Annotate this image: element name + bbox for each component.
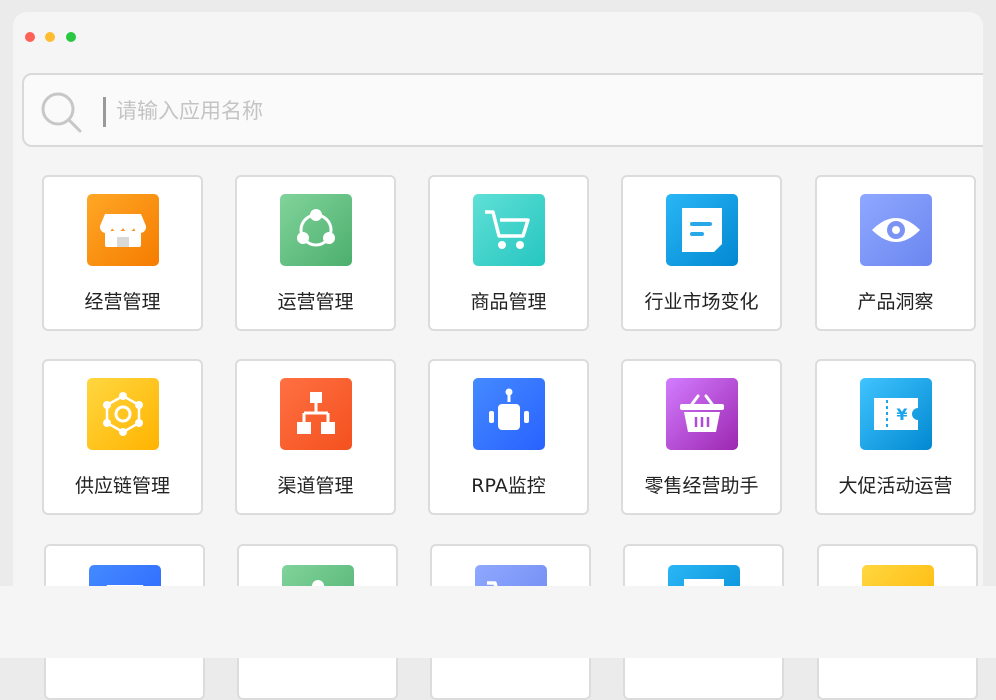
app-card[interactable]: 行业市场变化 [621, 175, 782, 331]
app-card-label: 渠道管理 [277, 475, 354, 497]
app-card-label: 运营管理 [277, 291, 354, 313]
app-card[interactable]: 渠道管理 [235, 359, 396, 515]
grid-bottom-mask [0, 586, 996, 658]
svg-text:¥: ¥ [896, 405, 907, 424]
app-card-label: 商品管理 [470, 291, 547, 313]
app-card-label: 产品洞察 [857, 291, 934, 313]
app-card-label: 供应链管理 [74, 475, 170, 497]
search-bar[interactable] [22, 73, 983, 147]
network-icon [87, 378, 159, 450]
search-input[interactable] [116, 89, 516, 133]
app-card[interactable]: ¥ 大促活动运营 [815, 359, 976, 515]
shopping-cart-icon [473, 194, 545, 266]
minimize-window-button[interactable] [45, 32, 55, 42]
text-caret [103, 97, 106, 127]
close-window-button[interactable] [25, 32, 35, 42]
app-card[interactable]: 经营管理 [42, 175, 203, 331]
app-card-label: 经营管理 [84, 291, 161, 313]
storefront-icon [87, 194, 159, 266]
app-card-label: 零售经营助手 [644, 475, 759, 497]
app-card[interactable]: RPA监控 [428, 359, 589, 515]
search-icon [40, 91, 84, 139]
share-icon [280, 194, 352, 266]
app-card-label: RPA监控 [471, 475, 546, 497]
robot-icon [473, 378, 545, 450]
maximize-window-button[interactable] [66, 32, 76, 42]
basket-icon [666, 378, 738, 450]
app-card[interactable]: 产品洞察 [815, 175, 976, 331]
app-card[interactable]: 商品管理 [428, 175, 589, 331]
document-icon [666, 194, 738, 266]
app-card-label: 大促活动运营 [838, 475, 953, 497]
eye-icon [860, 194, 932, 266]
coupon-icon: ¥ [860, 378, 932, 450]
app-card[interactable]: 零售经营助手 [621, 359, 782, 515]
app-card[interactable]: 运营管理 [235, 175, 396, 331]
app-card[interactable]: 供应链管理 [42, 359, 203, 515]
org-chart-icon [280, 378, 352, 450]
app-card-label: 行业市场变化 [644, 291, 759, 313]
